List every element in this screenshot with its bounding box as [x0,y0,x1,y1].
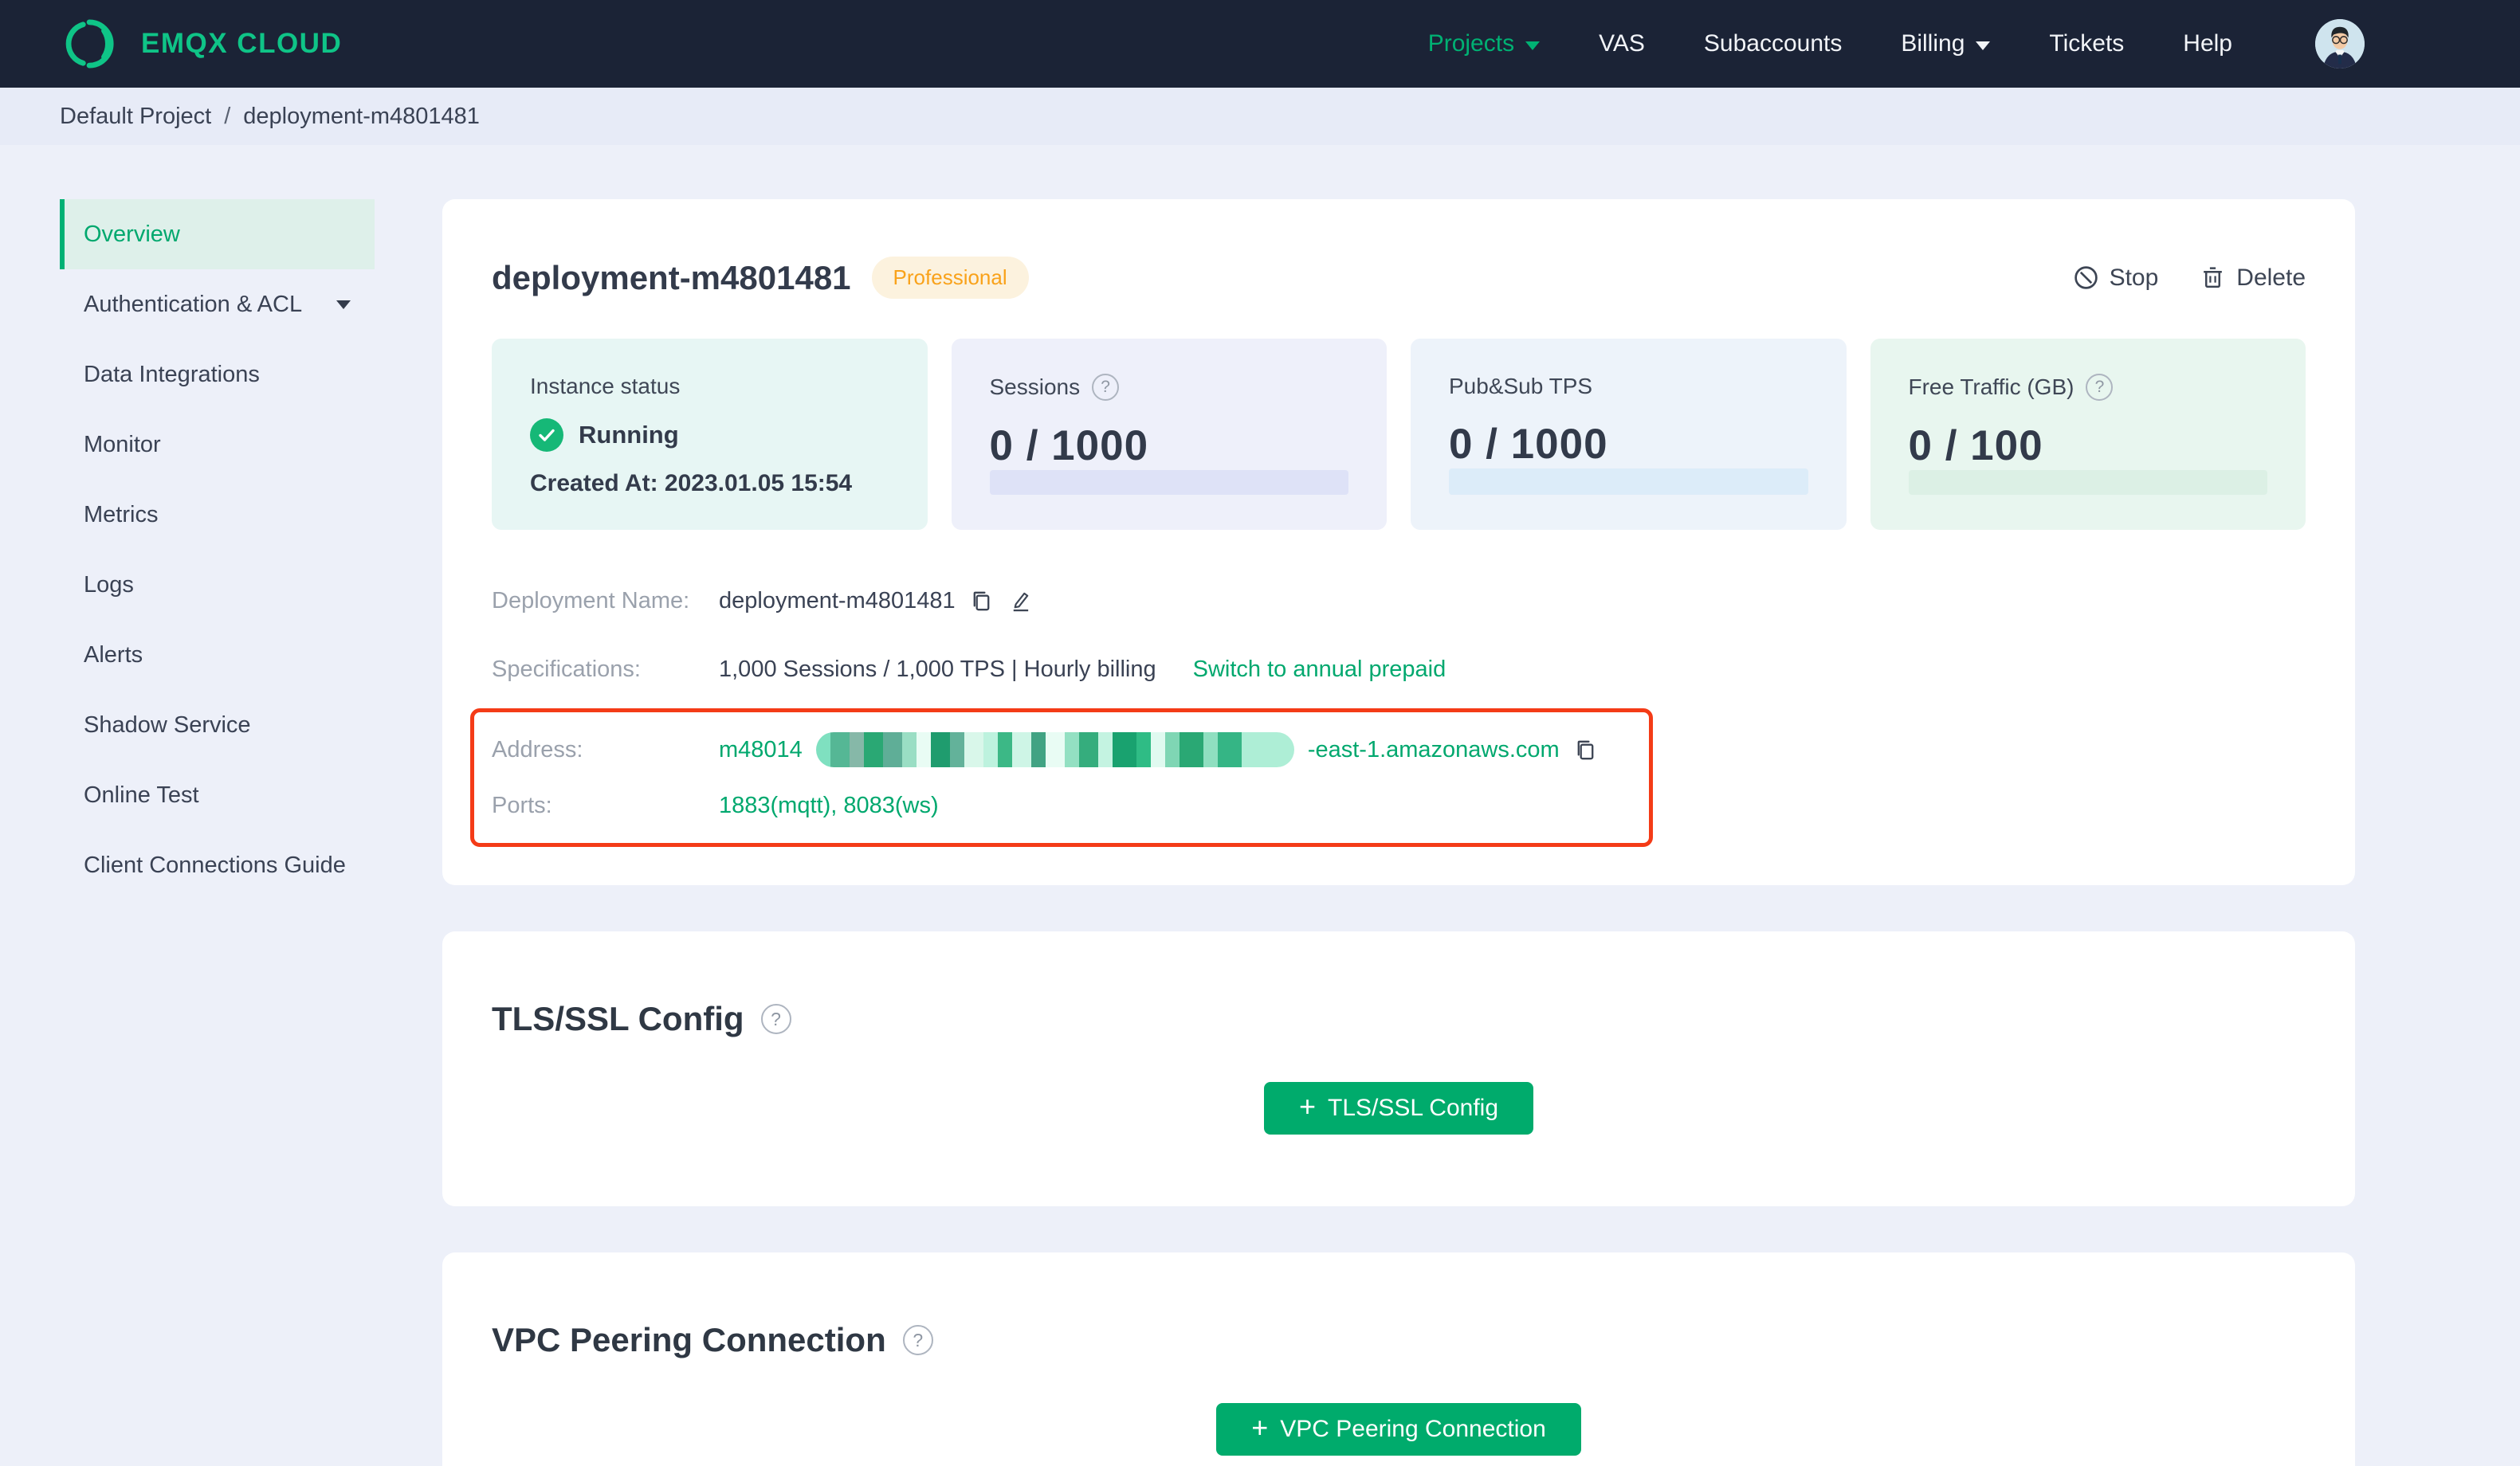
instance-status-value: Running [579,421,679,449]
ports-value: 1883(mqtt), 8083(ws) [719,792,939,818]
instance-status-card: Instance status Running Created At: 2023… [492,339,928,530]
tls-ssl-section: TLS/SSL Config TLS/SSL Config [442,931,2355,1206]
ports-row: Ports: 1883(mqtt), 8083(ws) [492,778,1649,833]
pubsub-tps-card: Pub&Sub TPS 0 / 1000 [1411,339,1847,530]
breadcrumb-current: deployment-m4801481 [243,103,480,129]
emqx-logo-icon [65,19,114,69]
address-label: Address: [492,736,583,762]
free-traffic-card: Free Traffic (GB) 0 / 100 [1870,339,2306,530]
help-icon[interactable] [2086,374,2114,401]
emqx-cloud-screen: EMQX CLOUD Projects VAS Subaccounts Bill… [0,0,2520,1466]
running-check-icon [530,418,563,452]
address-suffix: -east-1.amazonaws.com [1307,736,1560,762]
add-tls-ssl-config-button[interactable]: TLS/SSL Config [1263,1082,1534,1135]
address-row: Address: m48014 -east-1.amazonaws.com [492,722,1649,778]
chevron-down-icon [1525,41,1541,50]
sidebar-item-overview[interactable]: Overview [60,199,375,269]
add-vpc-peering-button[interactable]: VPC Peering Connection [1216,1403,1581,1456]
tls-ssl-title: TLS/SSL Config [492,1000,744,1037]
breadcrumb: Default Project / deployment-m4801481 [0,88,2520,145]
sidebar-item-online-test[interactable]: Online Test [60,760,375,830]
address-annotation-box: Address: m48014 -east-1.amazonaws.com Po… [470,708,1653,847]
free-traffic-label: Free Traffic (GB) [1908,374,2074,399]
nav-menu: Projects VAS Subaccounts Billing Tickets… [1428,19,2365,69]
pubsub-tps-value: 0 / 1000 [1449,421,1608,468]
plus-icon [1299,1092,1316,1121]
user-avatar[interactable] [2315,19,2365,69]
nav-item-projects[interactable]: Projects [1428,30,1541,57]
plan-badge: Professional [871,257,1029,299]
help-icon[interactable] [902,1325,933,1355]
deployment-name-row: Deployment Name: deployment-m4801481 [492,566,2306,635]
sidebar-item-metrics[interactable]: Metrics [60,480,375,550]
chevron-down-icon [336,300,351,309]
nav-item-subaccounts[interactable]: Subaccounts [1704,30,1842,57]
instance-status-label: Instance status [530,374,681,398]
brand-logo[interactable]: EMQX CLOUD [60,19,342,69]
sessions-label: Sessions [989,374,1081,399]
chevron-down-icon [1976,41,1991,50]
vpc-peering-section: VPC Peering Connection VPC Peering Conne… [442,1252,2355,1466]
specifications-label: Specifications: [492,656,641,682]
sidebar-item-authentication-acl[interactable]: Authentication & ACL [60,269,375,339]
main-content: deployment-m4801481 Professional Stop De… [442,199,2355,1466]
switch-annual-prepaid-link[interactable]: Switch to annual prepaid [1193,657,1446,683]
sidebar-item-data-integrations[interactable]: Data Integrations [60,339,375,410]
edit-icon[interactable] [1007,589,1032,613]
specifications-value: 1,000 Sessions / 1,000 TPS | Hourly bill… [719,656,1156,682]
sidebar-item-logs[interactable]: Logs [60,550,375,620]
top-navbar: EMQX CLOUD Projects VAS Subaccounts Bill… [0,0,2520,88]
sidebar-item-client-connections-guide[interactable]: Client Connections Guide [60,830,375,900]
deployment-name-value: deployment-m4801481 [719,587,956,613]
sidebar-item-monitor[interactable]: Monitor [60,410,375,480]
sidebar-item-shadow-service[interactable]: Shadow Service [60,690,375,760]
address-prefix: m48014 [719,736,803,762]
specifications-row: Specifications: 1,000 Sessions / 1,000 T… [492,635,2306,704]
avatar-illustration [2315,19,2365,69]
stop-button[interactable]: Stop [2073,265,2158,292]
sessions-value: 0 / 1000 [989,422,1149,469]
deployment-title: deployment-m4801481 [492,258,851,296]
sidebar-item-alerts[interactable]: Alerts [60,620,375,690]
nav-item-billing[interactable]: Billing [1901,30,1991,57]
nav-item-tickets[interactable]: Tickets [2049,30,2124,57]
free-traffic-progress-bar [1908,470,2267,495]
pubsub-tps-progress-bar [1449,468,1808,495]
deployment-overview-card: deployment-m4801481 Professional Stop De… [442,199,2355,885]
sessions-progress-bar [989,470,1348,495]
copy-icon[interactable] [969,589,994,613]
address-redaction [815,732,1294,767]
help-icon[interactable] [1092,374,1120,401]
breadcrumb-project[interactable]: Default Project [60,104,211,130]
delete-button[interactable]: Delete [2200,265,2306,292]
pubsub-tps-label: Pub&Sub TPS [1449,374,1593,398]
plus-icon [1251,1413,1268,1442]
stop-icon [2074,266,2098,289]
trash-icon [2204,267,2223,288]
created-at: Created At: 2023.01.05 15:54 [530,470,853,496]
nav-item-help[interactable]: Help [2183,30,2232,57]
help-icon[interactable] [760,1004,791,1034]
deployment-name-label: Deployment Name: [492,587,690,613]
sidebar: Overview Authentication & ACL Data Integ… [60,199,375,900]
brand-name: EMQX CLOUD [141,28,343,59]
nav-item-vas[interactable]: VAS [1599,30,1645,57]
free-traffic-value: 0 / 100 [1908,422,2043,469]
breadcrumb-separator: / [224,103,231,129]
ports-label: Ports: [492,792,552,818]
sessions-card: Sessions 0 / 1000 [951,339,1387,530]
copy-icon[interactable] [1573,738,1598,762]
vpc-peering-title: VPC Peering Connection [492,1321,886,1358]
